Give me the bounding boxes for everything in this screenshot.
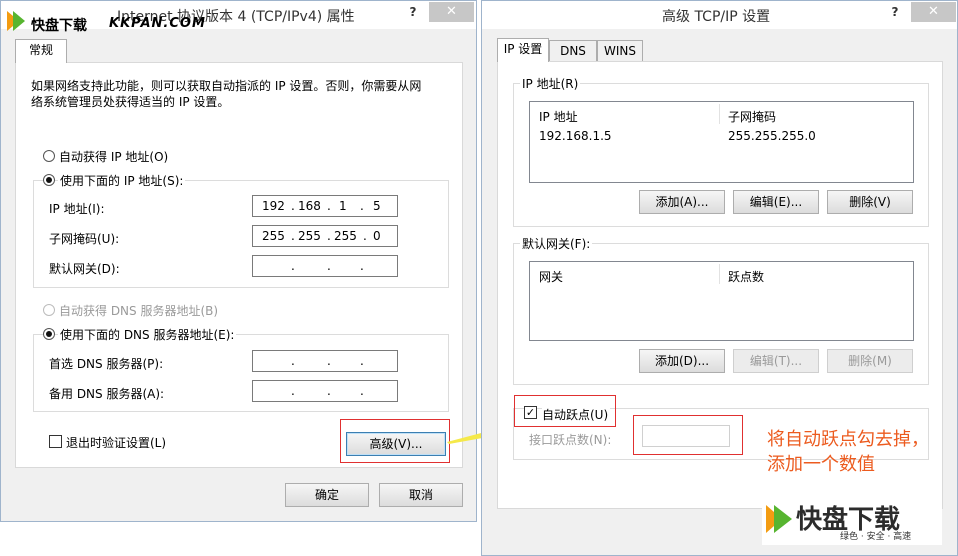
auto-metric-highlight-box: [514, 395, 616, 427]
close-button[interactable]: ✕: [911, 2, 956, 22]
gw-add-button[interactable]: 添加(D)...: [639, 349, 725, 373]
use-ip-label: 使用下面的 IP 地址(S):: [58, 172, 186, 189]
alternate-dns-input[interactable]: ...: [252, 380, 398, 402]
gateway-input[interactable]: ...: [252, 255, 398, 277]
metric-input-highlight-box: [633, 415, 743, 455]
watermark-cn: 快盘下载: [31, 18, 87, 34]
use-dns-label: 使用下面的 DNS 服务器地址(E):: [58, 326, 237, 343]
gw-group-label: 默认网关(F):: [520, 235, 593, 252]
gateway-label: 默认网关(D):: [49, 262, 120, 276]
tab-general[interactable]: 常规: [15, 39, 67, 63]
right-titlebar: 高级 TCP/IP 设置 ? ✕: [482, 1, 957, 29]
pref-dns-label: 首选 DNS 服务器(P):: [49, 357, 164, 371]
gw-header-col1[interactable]: 网关: [539, 268, 563, 285]
tab-dns[interactable]: DNS: [549, 40, 597, 62]
header-divider: [719, 264, 720, 284]
preferred-dns-input[interactable]: ...: [252, 350, 398, 372]
ip-header-col1[interactable]: IP 地址: [539, 108, 578, 125]
advanced-button[interactable]: 高级(V)...: [346, 432, 446, 456]
ip-edit-button[interactable]: 编辑(E)...: [733, 190, 819, 214]
description-line1: 如果网络支持此功能，则可以获取自动指派的 IP 设置。否则，你需要从网: [31, 79, 422, 93]
ip-row-mask: 255.255.255.0: [728, 129, 816, 143]
auto-ip-label: 自动获得 IP 地址(O): [59, 150, 169, 164]
ip-group-label: IP 地址(R): [520, 75, 581, 92]
watermark-logo-icon: [7, 11, 25, 31]
ip-row-address: 192.168.1.5: [539, 129, 612, 143]
auto-ip-radio[interactable]: [43, 150, 55, 162]
help-button[interactable]: ?: [887, 3, 903, 21]
ip-address-input[interactable]: 192. 168. 1. 5: [252, 195, 398, 217]
logo-slogan: 绿色 · 安全 · 高速: [840, 532, 912, 542]
validate-checkbox[interactable]: [49, 435, 62, 448]
right-dialog-title: 高级 TCP/IP 设置: [662, 9, 771, 25]
header-divider: [719, 104, 720, 124]
table-row[interactable]: 192.168.1.5 255.255.255.0: [530, 126, 913, 146]
annotation-line2: 添加一个数值: [767, 454, 875, 475]
auto-dns-label: 自动获得 DNS 服务器地址(B): [59, 304, 219, 318]
advanced-tcpip-dialog: 高级 TCP/IP 设置 ? ✕ IP 设置 DNS WINS IP 地址(R)…: [481, 0, 958, 556]
mask-label: 子网掩码(U):: [49, 232, 120, 246]
general-panel: 如果网络支持此功能，则可以获取自动指派的 IP 设置。否则，你需要从网 络系统管…: [15, 62, 463, 468]
ip-address-group: IP 地址(R) IP 地址 子网掩码 192.168.1.5 255.255.…: [513, 75, 929, 227]
static-dns-group: 使用下面的 DNS 服务器地址(E): 首选 DNS 服务器(P): ... 备…: [33, 326, 449, 412]
use-ip-radio[interactable]: [43, 174, 55, 186]
ok-button[interactable]: 确定: [285, 483, 369, 507]
validate-label: 退出时验证设置(L): [66, 436, 167, 450]
ip-address-list[interactable]: IP 地址 子网掩码 192.168.1.5 255.255.255.0: [529, 101, 914, 183]
help-button[interactable]: ?: [405, 3, 421, 21]
auto-dns-radio[interactable]: [43, 304, 55, 316]
tab-wins[interactable]: WINS: [597, 40, 643, 62]
static-ip-group: 使用下面的 IP 地址(S): IP 地址(I): 192. 168. 1. 5…: [33, 172, 449, 288]
logo-mark-icon: [766, 505, 792, 533]
annotation-line1: 将自动跃点勾去掉，: [767, 429, 929, 450]
alt-dns-label: 备用 DNS 服务器(A):: [49, 387, 165, 401]
ip-add-button[interactable]: 添加(A)...: [639, 190, 725, 214]
gw-header-col2[interactable]: 跃点数: [728, 268, 764, 285]
ip-label: IP 地址(I):: [49, 202, 105, 216]
cancel-button[interactable]: 取消: [379, 483, 463, 507]
ip-header-col2[interactable]: 子网掩码: [728, 108, 776, 125]
ipv4-properties-dialog: Internet 协议版本 4 (TCP/IPv4) 属性 ? ✕ 快盘下载 K…: [0, 0, 477, 522]
gateway-list[interactable]: 网关 跃点数: [529, 261, 914, 341]
close-button[interactable]: ✕: [429, 2, 474, 22]
logo: 快盘下载 绿色 · 安全 · 高速: [762, 497, 942, 545]
subnet-mask-input[interactable]: 255. 255. 255. 0: [252, 225, 398, 247]
gw-remove-button[interactable]: 删除(M): [827, 349, 913, 373]
use-dns-radio[interactable]: [43, 328, 55, 340]
ip-remove-button[interactable]: 删除(V): [827, 190, 913, 214]
watermark-en: KKPAN.COM: [109, 16, 206, 31]
description-line2: 络系统管理员处获得适当的 IP 设置。: [31, 95, 230, 109]
tab-ip-settings[interactable]: IP 设置: [497, 38, 549, 62]
gateway-group: 默认网关(F): 网关 跃点数 添加(D)... 编辑(T)... 删除(M): [513, 235, 929, 385]
interface-metric-label: 接口跃点数(N):: [529, 433, 612, 447]
gw-edit-button[interactable]: 编辑(T)...: [733, 349, 819, 373]
